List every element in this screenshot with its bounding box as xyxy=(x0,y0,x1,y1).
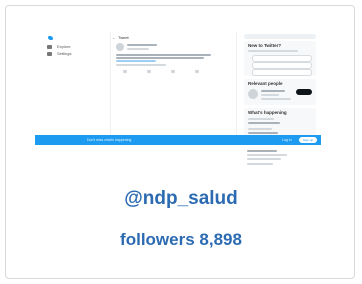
tweet-text-line xyxy=(116,54,211,56)
nav-item-label: Explore xyxy=(57,44,71,49)
avatar[interactable] xyxy=(248,89,258,99)
relevant-people-panel: Relevant people xyxy=(244,79,316,105)
like-icon[interactable] xyxy=(171,70,175,73)
tweet-text-line xyxy=(116,57,204,59)
signup-apple-button[interactable] xyxy=(252,62,312,69)
account-handle[interactable]: @ndp_salud xyxy=(0,188,362,210)
search-input[interactable] xyxy=(244,34,316,39)
create-account-button[interactable] xyxy=(252,69,312,76)
author-name xyxy=(127,44,157,46)
nav-item-settings[interactable]: Settings xyxy=(47,51,71,56)
page-title: Tweet xyxy=(118,35,129,40)
back-arrow-icon[interactable]: ← xyxy=(112,35,116,40)
trend-item[interactable] xyxy=(248,118,274,120)
explore-icon xyxy=(47,44,52,49)
trend-item[interactable] xyxy=(248,128,272,130)
trend-item[interactable] xyxy=(248,122,280,124)
signup-google-button[interactable] xyxy=(252,55,312,62)
followers-count: followers 8,898 xyxy=(120,230,242,249)
settings-icon xyxy=(47,51,52,56)
signup-button[interactable]: Sign up xyxy=(299,137,317,143)
trend-item[interactable] xyxy=(247,158,281,160)
avatar[interactable] xyxy=(116,43,124,51)
twitter-page-thumbnail[interactable]: Explore Settings ← Tweet New to Twitter? xyxy=(35,32,321,172)
trend-item[interactable] xyxy=(247,163,273,165)
login-button[interactable]: Log in xyxy=(282,138,292,142)
tweet-timestamp xyxy=(116,64,166,66)
tweet-link[interactable] xyxy=(116,60,156,62)
panel-text xyxy=(248,50,298,52)
account-handle xyxy=(261,94,279,96)
account-name xyxy=(261,90,285,92)
tweet-column: ← Tweet xyxy=(110,32,237,135)
account-bio xyxy=(261,98,291,100)
trend-item[interactable] xyxy=(247,150,277,152)
twitter-logo-icon[interactable] xyxy=(48,36,53,40)
signup-panel: New to Twitter? xyxy=(244,41,316,76)
retweet-icon[interactable] xyxy=(147,70,151,73)
trends-panel: What's happening xyxy=(244,108,316,135)
panel-title: What's happening xyxy=(248,110,287,115)
trend-item[interactable] xyxy=(248,132,278,134)
share-icon[interactable] xyxy=(195,70,199,73)
reply-icon[interactable] xyxy=(123,70,127,73)
banner-text: Don't miss what's happening xyxy=(87,138,132,142)
follow-button[interactable] xyxy=(296,89,312,95)
nav-item-explore[interactable]: Explore xyxy=(47,44,71,49)
author-handle xyxy=(127,48,149,50)
nav-item-label: Settings xyxy=(57,51,72,56)
panel-title: New to Twitter? xyxy=(248,43,282,48)
login-banner: Don't miss what's happening Log in Sign … xyxy=(35,135,321,145)
right-sidebar: New to Twitter? Relevant people What's h… xyxy=(241,32,319,172)
panel-title: Relevant people xyxy=(248,81,283,86)
trend-item[interactable] xyxy=(247,154,287,156)
